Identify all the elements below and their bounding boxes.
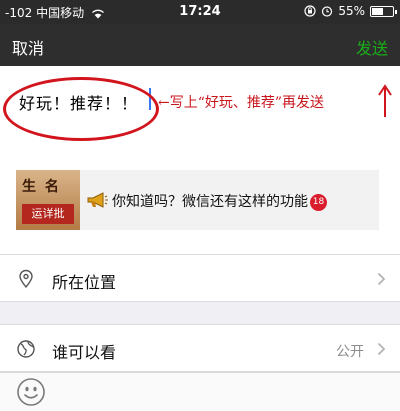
thumbnail-bottom-text: 运详批: [22, 204, 74, 224]
emoji-icon[interactable]: [16, 377, 46, 407]
send-button[interactable]: 发送: [356, 35, 388, 59]
thumbnail-top-text: 生 名: [22, 179, 61, 195]
card-title-text: 你知道吗？微信还有这样的功能: [112, 194, 308, 210]
battery-icon: [370, 5, 397, 17]
status-right: 55%: [304, 4, 397, 18]
bottom-toolbar: [0, 372, 400, 411]
up-arrow-annotation: [378, 84, 392, 117]
horn-icon: [87, 192, 108, 208]
annotation-text: ←写上“好玩、推荐”再发送: [158, 95, 325, 111]
location-row[interactable]: 所在位置: [0, 254, 400, 302]
alarm-icon: [322, 6, 333, 17]
globe-icon: [17, 340, 35, 358]
shared-link-card[interactable]: 生 名 运详批 你知道吗？微信还有这样的功能 18: [16, 170, 379, 230]
visibility-row[interactable]: 谁可以看 公开: [0, 324, 400, 372]
location-pin-icon: [19, 269, 33, 289]
highlight-ellipse: [3, 77, 159, 141]
location-label: 所在位置: [52, 273, 117, 292]
chevron-right-icon: [377, 342, 386, 356]
lock-rotation-icon: [304, 5, 316, 17]
chevron-right-icon: [377, 272, 386, 286]
visibility-value: 公开: [336, 344, 364, 360]
status-bar: -102 中国移动 17:24 55%: [0, 0, 400, 24]
badge-18-icon: 18: [310, 193, 327, 211]
battery-fill: [372, 7, 383, 15]
cancel-button[interactable]: 取消: [12, 35, 44, 59]
card-title: 你知道吗？微信还有这样的功能 18: [112, 191, 327, 211]
battery-percent: 55%: [338, 4, 365, 18]
nav-bar: 取消 发送: [0, 24, 400, 66]
visibility-label: 谁可以看: [52, 343, 117, 362]
card-thumbnail: 生 名 运详批: [16, 170, 80, 230]
